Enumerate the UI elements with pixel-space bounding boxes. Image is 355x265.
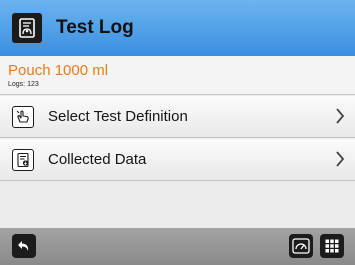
- footer-bar: [0, 228, 355, 265]
- chevron-right-icon: [335, 150, 345, 173]
- test-name: Pouch 1000 ml: [8, 62, 109, 79]
- subheader: Pouch 1000 ml Logs: 123: [0, 56, 355, 95]
- touch-select-icon: [12, 105, 34, 128]
- test-log-icon: [12, 13, 42, 43]
- page-title: Test Log: [56, 17, 134, 38]
- menu-item-collected-data[interactable]: Collected Data: [0, 139, 355, 181]
- logs-count: Logs: 123: [8, 81, 39, 88]
- chevron-right-icon: [335, 107, 345, 130]
- menu-item-label: Select Test Definition: [48, 108, 188, 125]
- grid-menu-button[interactable]: [320, 234, 344, 258]
- screen: Test Log Pouch 1000 ml Logs: 123 Select …: [0, 0, 355, 265]
- empty-area: [0, 182, 355, 228]
- back-button[interactable]: [12, 234, 36, 258]
- gauge-icon: [292, 238, 310, 254]
- menu-item-label: Collected Data: [48, 151, 147, 168]
- header-bar: Test Log: [0, 0, 355, 56]
- grid-icon: [325, 239, 339, 253]
- gauge-button[interactable]: [289, 234, 313, 258]
- back-icon: [18, 241, 29, 251]
- menu-item-select-test-definition[interactable]: Select Test Definition: [0, 96, 355, 138]
- collected-data-icon: [12, 148, 34, 171]
